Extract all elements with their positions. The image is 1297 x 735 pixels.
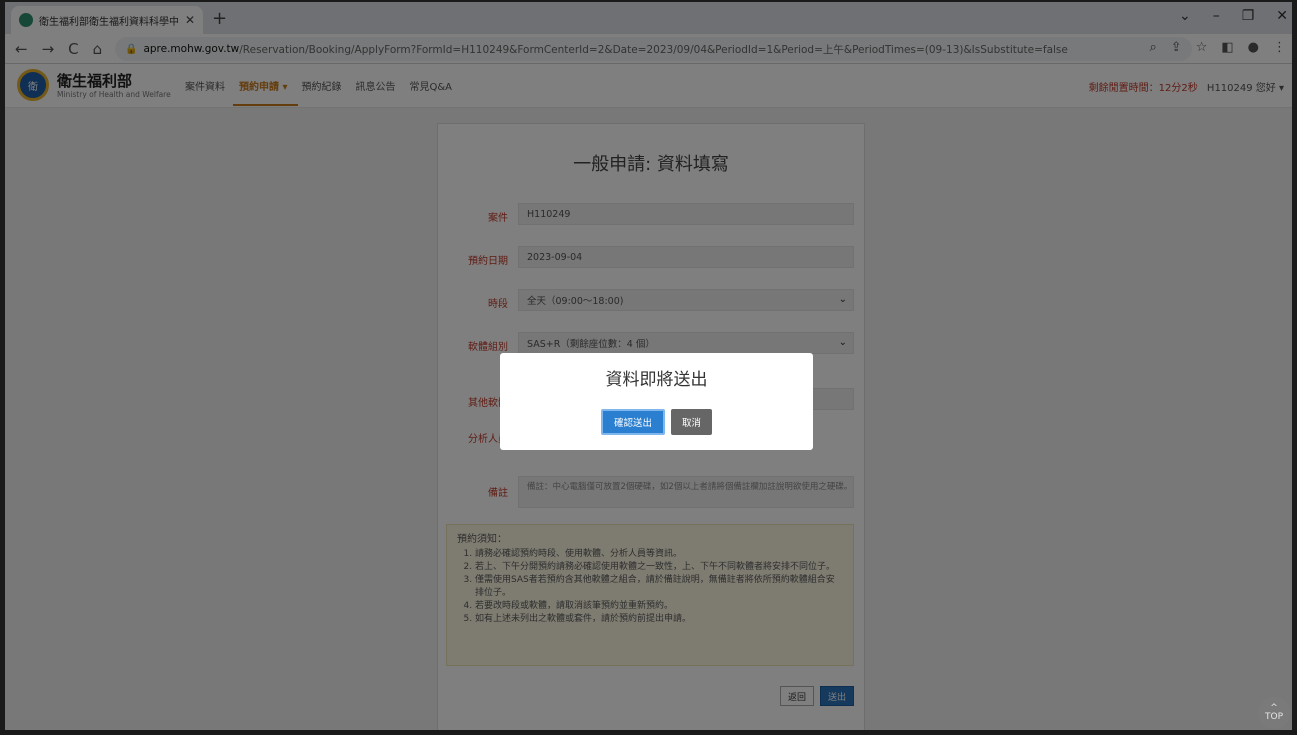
top-label: TOP [1264, 712, 1283, 722]
browser-window: 衛生福利部衛生福利資料科學中 ✕ + ⌄ – ❐ ✕ ← → C ⌂ 🔒 apr… [0, 0, 1297, 735]
back-to-top-button[interactable]: ^ TOP [1258, 697, 1290, 729]
cancel-button[interactable]: 取消 [671, 409, 713, 435]
dialog-title: 資料即將送出 [605, 370, 708, 390]
confirm-submit-button[interactable]: 確認送出 [600, 409, 665, 435]
dialog-buttons: 確認送出 取消 [500, 409, 813, 435]
confirm-dialog: 資料即將送出 確認送出 取消 [500, 353, 813, 450]
